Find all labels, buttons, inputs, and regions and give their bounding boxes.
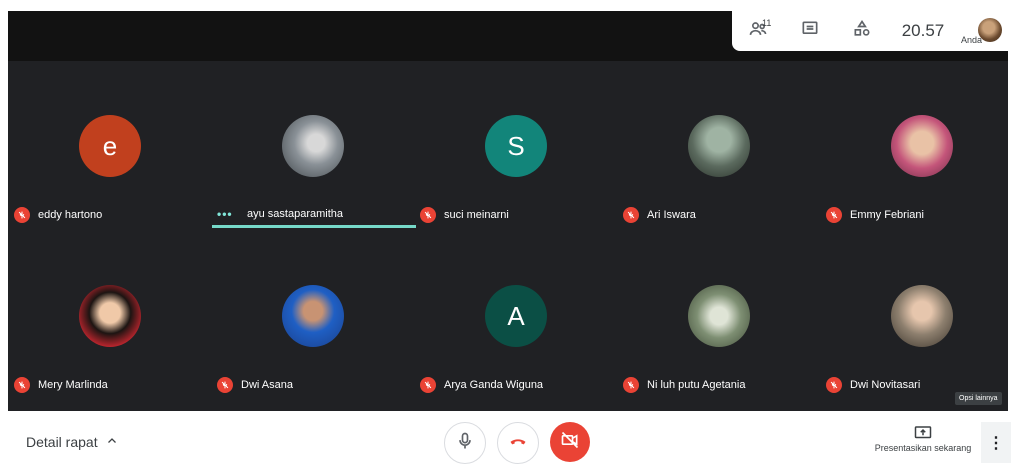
mic-off-icon (623, 377, 639, 393)
participant-label: Ari Iswara (623, 207, 696, 223)
participant-avatar: A (485, 285, 547, 347)
participant-avatar: e (79, 115, 141, 177)
participant-name: Arya Ganda Wiguna (444, 379, 544, 391)
participant-avatar (891, 285, 953, 347)
participant-label: suci meinarni (420, 207, 509, 223)
participant-label: Dwi Asana (217, 377, 293, 393)
leave-call-button[interactable] (497, 422, 539, 464)
microphone-button[interactable] (444, 422, 486, 464)
chevron-up-icon (106, 434, 118, 450)
self-view[interactable]: Anda (958, 11, 1008, 51)
present-now-button[interactable]: Presentasikan sekarang (868, 425, 978, 453)
participant-avatar (891, 115, 953, 177)
participant-tile[interactable]: ••• ayu sastaparamitha (211, 71, 414, 241)
hang-up-icon (508, 431, 528, 456)
camera-button[interactable] (550, 422, 590, 462)
participant-tile[interactable]: Ari Iswara (617, 71, 820, 241)
participant-label: eddy hartono (14, 207, 102, 223)
participant-name: eddy hartono (38, 209, 103, 221)
meeting-toolbar: 11 20.57 Anda (732, 11, 1008, 51)
participant-name: Dwi Asana (241, 379, 293, 391)
participant-tile[interactable]: S suci meinarni (414, 71, 617, 241)
participant-name: Mery Marlinda (38, 379, 108, 391)
participant-tile[interactable]: Emmy Febriani (820, 71, 1008, 241)
participant-name: Emmy Febriani (850, 209, 924, 221)
bottom-bar: Detail rapat Presentasikan sekarang ⋮ (0, 411, 1011, 464)
participant-name: Ari Iswara (647, 209, 696, 221)
participant-avatar (79, 285, 141, 347)
tooltip: Opsi lainnya (955, 392, 1002, 405)
participant-label: Emmy Febriani (826, 207, 924, 223)
participant-name: Dwi Novitasari (850, 379, 921, 391)
people-button[interactable]: 11 (732, 11, 784, 51)
mic-off-icon (14, 377, 30, 393)
participant-tile[interactable]: Mery Marlinda (8, 241, 211, 411)
chat-button[interactable] (784, 11, 836, 51)
participant-tile[interactable]: e eddy hartono (8, 71, 211, 241)
activities-icon (852, 19, 872, 44)
participant-label: Mery Marlinda (14, 377, 108, 393)
participant-avatar: S (485, 115, 547, 177)
participant-tile[interactable]: Ni luh putu Agetania (617, 241, 820, 411)
chat-icon (800, 19, 820, 44)
more-options-button[interactable]: ⋮ (981, 422, 1011, 463)
participant-avatar (282, 285, 344, 347)
camera-off-icon (560, 430, 580, 455)
participant-tile[interactable]: Dwi Asana (211, 241, 414, 411)
present-screen-icon (868, 425, 978, 441)
participant-name: ayu sastaparamitha (247, 208, 343, 220)
participant-label: Ni luh putu Agetania (623, 377, 745, 393)
speaking-indicator-bar (212, 225, 416, 228)
video-stage: 11 20.57 Anda e eddy hartono ••• ayu sas… (8, 11, 1008, 411)
participant-name: suci meinarni (444, 209, 509, 221)
mic-off-icon (623, 207, 639, 223)
self-label: Anda (960, 35, 982, 45)
mic-off-icon (420, 207, 436, 223)
mic-off-icon (14, 207, 30, 223)
present-now-label: Presentasikan sekarang (874, 443, 972, 453)
self-avatar (978, 18, 1002, 42)
activities-button[interactable] (836, 11, 888, 51)
mic-off-icon (826, 207, 842, 223)
participant-name: Ni luh putu Agetania (647, 379, 746, 391)
participant-tile[interactable]: A Arya Ganda Wiguna (414, 241, 617, 411)
participant-label: ••• ayu sastaparamitha (217, 207, 343, 221)
participant-tile[interactable]: Dwi Novitasari (820, 241, 1008, 411)
speaking-indicator-icon: ••• (217, 207, 233, 221)
meeting-details-button[interactable]: Detail rapat (26, 434, 118, 450)
people-count-badge: 11 (762, 18, 772, 28)
participant-avatar (688, 285, 750, 347)
participant-avatar (688, 115, 750, 177)
mic-off-icon (217, 377, 233, 393)
clock: 20.57 (901, 21, 945, 40)
participant-label: Dwi Novitasari (826, 377, 920, 393)
meeting-details-label: Detail rapat (26, 434, 98, 450)
mic-off-icon (826, 377, 842, 393)
microphone-icon (455, 431, 475, 456)
mic-off-icon (420, 377, 436, 393)
participant-avatar (282, 115, 344, 177)
participant-label: Arya Ganda Wiguna (420, 377, 543, 393)
